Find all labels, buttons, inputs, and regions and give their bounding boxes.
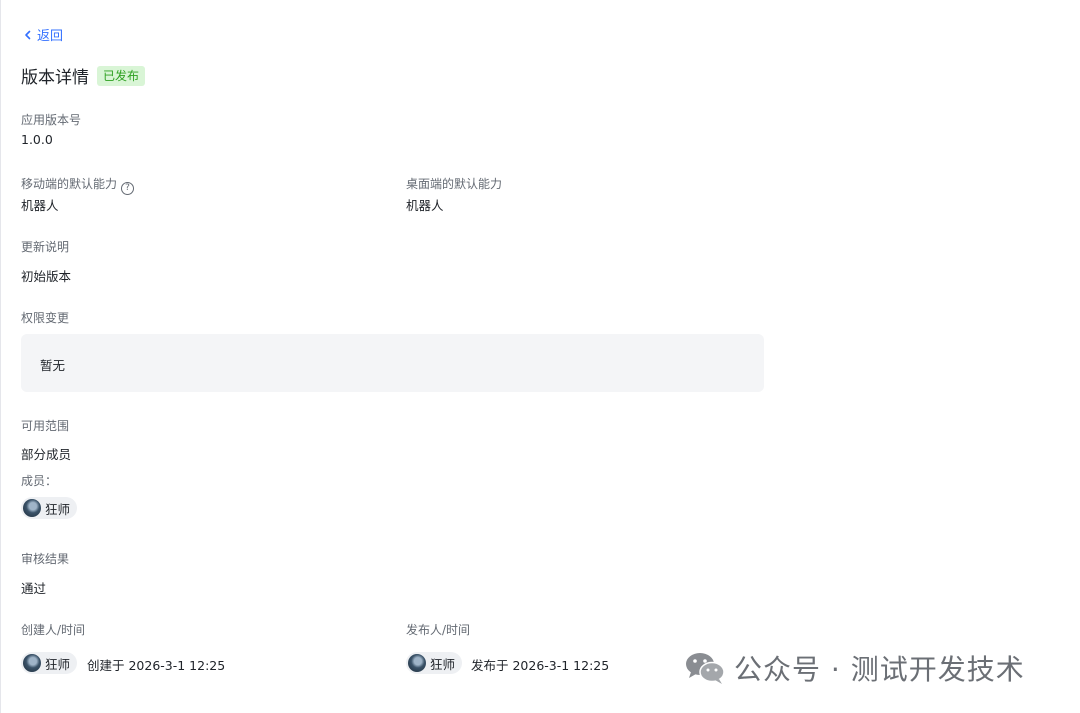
creator-chip[interactable]: 狂师 — [21, 652, 78, 674]
creator-name: 狂师 — [45, 656, 71, 672]
back-link[interactable]: 返回 — [23, 25, 63, 44]
version-value: 1.0.0 — [21, 132, 53, 147]
chevron-left-icon — [25, 30, 31, 39]
desktop-default-value: 机器人 — [406, 198, 444, 213]
desktop-default-label: 桌面端的默认能力 — [406, 177, 503, 191]
watermark: 公众号 · 测试开发技术 — [684, 648, 1025, 688]
publisher-name: 狂师 — [430, 656, 456, 672]
mobile-default-value: 机器人 — [21, 198, 59, 213]
mobile-default-label: 移动端的默认能力? — [21, 175, 135, 195]
creator-label: 创建人/时间 — [21, 623, 86, 637]
title-row: 版本详情 已发布 — [21, 63, 146, 88]
members-label: 成员： — [21, 474, 58, 488]
update-notes-value: 初始版本 — [21, 269, 72, 284]
avatar — [23, 654, 41, 672]
permission-change-value: 暂无 — [40, 358, 66, 373]
scope-label: 可用范围 — [21, 419, 70, 433]
permission-change-label: 权限变更 — [21, 311, 70, 325]
avatar — [23, 499, 41, 517]
publisher-time: 发布于 2026-3-1 12:25 — [471, 658, 610, 673]
publisher-label: 发布人/时间 — [406, 623, 471, 637]
member-name: 狂师 — [45, 501, 71, 517]
version-label: 应用版本号 — [21, 113, 82, 127]
version-detail-page: 返回 版本详情 已发布 应用版本号 1.0.0 移动端的默认能力? 机器人 桌面… — [0, 0, 1080, 713]
member-chip[interactable]: 狂师 — [21, 497, 78, 519]
back-label: 返回 — [37, 29, 64, 44]
page-title: 版本详情 — [21, 68, 89, 88]
creator-time: 创建于 2026-3-1 12:25 — [87, 658, 226, 673]
watermark-text: 公众号 · 测试开发技术 — [734, 653, 1025, 686]
update-notes-label: 更新说明 — [21, 240, 70, 254]
avatar — [408, 654, 426, 672]
status-badge: 已发布 — [97, 65, 146, 86]
review-value: 通过 — [21, 581, 47, 596]
review-label: 审核结果 — [21, 552, 70, 566]
scope-value: 部分成员 — [21, 447, 72, 462]
permission-change-box: 暂无 — [21, 334, 764, 392]
help-icon[interactable]: ? — [121, 181, 135, 195]
mobile-default-label-text: 移动端的默认能力 — [21, 177, 118, 191]
wechat-icon — [686, 653, 725, 684]
publisher-chip[interactable]: 狂师 — [406, 652, 463, 674]
